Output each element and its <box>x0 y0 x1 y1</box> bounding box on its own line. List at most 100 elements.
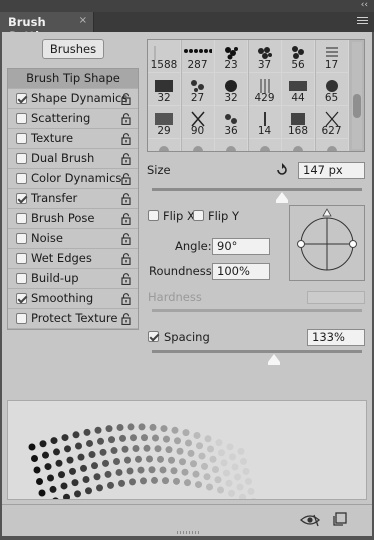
option-checkbox[interactable] <box>16 133 27 144</box>
angle-input[interactable]: 90° <box>212 238 270 255</box>
sidebar-item-transfer[interactable]: Transfer <box>8 189 138 209</box>
size-slider-thumb[interactable] <box>276 192 289 203</box>
option-checkbox[interactable] <box>16 253 27 264</box>
close-icon[interactable]: × <box>79 15 87 26</box>
option-checkbox[interactable] <box>16 93 27 104</box>
preview-dab <box>149 423 157 431</box>
option-checkbox[interactable] <box>16 173 27 184</box>
preview-dab <box>212 466 219 474</box>
brush-preset[interactable]: 27 <box>181 73 215 106</box>
brush-preset[interactable]: 65 <box>315 73 349 106</box>
tab-brush-settings[interactable]: Brush Settings × <box>0 12 94 43</box>
brush-preset[interactable]: 36 <box>215 106 248 139</box>
option-checkbox[interactable] <box>16 233 27 244</box>
eye-icon[interactable] <box>300 513 320 527</box>
lock-icon[interactable] <box>121 253 131 265</box>
sidebar-item-wet-edges[interactable]: Wet Edges <box>8 249 138 269</box>
brushes-button[interactable]: Brushes <box>42 39 104 59</box>
preview-dab <box>77 453 85 461</box>
angle-dial[interactable] <box>290 206 364 280</box>
option-checkbox[interactable] <box>16 213 27 224</box>
size-slider[interactable] <box>152 188 362 191</box>
brush-preset[interactable]: 29 <box>148 106 181 139</box>
brush-preset[interactable]: 168 <box>282 106 315 139</box>
lock-icon[interactable] <box>121 133 131 145</box>
sidebar-item-build-up[interactable]: Build-up <box>8 269 138 289</box>
spacing-slider[interactable] <box>152 350 362 353</box>
sidebar-item-smoothing[interactable]: Smoothing <box>8 289 138 309</box>
spacing-checkbox[interactable] <box>148 331 159 342</box>
scrollbar-thumb[interactable] <box>353 94 361 118</box>
brush-preset[interactable]: 23 <box>215 40 248 73</box>
resize-grip[interactable] <box>177 531 201 534</box>
brush-preset[interactable] <box>215 139 248 151</box>
preview-dab <box>69 467 76 475</box>
spacing-input[interactable]: 133% <box>307 329 365 346</box>
hardness-slider <box>152 309 362 312</box>
lock-icon[interactable] <box>121 313 131 325</box>
brush-preset[interactable]: 90 <box>181 106 215 139</box>
lock-icon[interactable] <box>121 193 131 205</box>
brush-preset[interactable]: 44 <box>282 73 315 106</box>
brush-preset[interactable] <box>315 139 349 151</box>
lock-icon[interactable] <box>121 173 131 185</box>
brush-presets-grid: 1588 287 23 37 56 17 32 27 32 429 44 65 29 90 36 14 168 6… <box>147 39 365 152</box>
sidebar-item-scattering[interactable]: Scattering <box>8 109 138 129</box>
brush-preset[interactable] <box>148 139 181 151</box>
preview-dab <box>209 455 217 463</box>
size-input[interactable]: 147 px <box>298 162 365 179</box>
option-checkbox[interactable] <box>16 193 27 204</box>
sidebar-item-brush-tip-shape[interactable]: Brush Tip Shape <box>8 69 138 89</box>
preview-dab <box>250 497 257 505</box>
spacing-slider-thumb[interactable] <box>267 354 280 365</box>
preview-dab <box>107 481 114 489</box>
brush-preset[interactable]: 429 <box>248 73 282 106</box>
option-checkbox[interactable] <box>16 113 27 124</box>
brush-preset[interactable]: 287 <box>181 40 215 73</box>
lock-icon[interactable] <box>121 293 131 305</box>
preview-dab <box>236 483 244 491</box>
brush-preset[interactable]: 627 <box>315 106 349 139</box>
flip-y-checkbox[interactable] <box>193 210 204 221</box>
lock-icon[interactable] <box>121 233 131 245</box>
brush-preset[interactable]: 14 <box>248 106 282 139</box>
brush-preset[interactable] <box>248 139 282 151</box>
brush-tip-preview <box>255 143 275 151</box>
sidebar-item-color-dynamics[interactable]: Color Dynamics <box>8 169 138 189</box>
option-checkbox[interactable] <box>16 293 27 304</box>
brush-preset[interactable]: 32 <box>148 73 181 106</box>
brush-preset[interactable]: 1588 <box>148 40 181 73</box>
angle-roundness-widget[interactable] <box>289 205 365 281</box>
brush-preset[interactable]: 17 <box>315 40 349 73</box>
brush-preset[interactable]: 32 <box>215 73 248 106</box>
roundness-input[interactable]: 100% <box>212 263 270 280</box>
sidebar-item-brush-pose[interactable]: Brush Pose <box>8 209 138 229</box>
preview-dab <box>176 447 184 455</box>
option-checkbox[interactable] <box>16 153 27 164</box>
brush-size-label: 29 <box>157 125 171 137</box>
lock-icon[interactable] <box>121 93 131 105</box>
preview-dab <box>86 439 93 447</box>
brush-preset[interactable]: 56 <box>282 40 315 73</box>
lock-icon[interactable] <box>121 273 131 285</box>
grid-scrollbar[interactable] <box>352 42 362 149</box>
lock-icon[interactable] <box>121 153 131 165</box>
option-checkbox[interactable] <box>16 273 27 284</box>
option-checkbox[interactable] <box>16 313 27 324</box>
new-brush-icon[interactable] <box>333 512 347 526</box>
sidebar-item-texture[interactable]: Texture <box>8 129 138 149</box>
sidebar-item-shape-dynamics[interactable]: Shape Dynamics <box>8 89 138 109</box>
lock-icon[interactable] <box>121 213 131 225</box>
reset-size-icon[interactable] <box>275 163 289 177</box>
brush-preset[interactable] <box>282 139 315 151</box>
flip-x-checkbox[interactable] <box>148 210 159 221</box>
panel-menu-icon[interactable] <box>357 17 368 26</box>
brush-preset[interactable]: 37 <box>248 40 282 73</box>
collapse-icon[interactable]: ‹‹ <box>361 0 368 11</box>
sidebar-item-label: Noise <box>31 231 63 245</box>
sidebar-item-protect-texture[interactable]: Protect Texture <box>8 309 138 329</box>
sidebar-item-dual-brush[interactable]: Dual Brush <box>8 149 138 169</box>
sidebar-item-noise[interactable]: Noise <box>8 229 138 249</box>
lock-icon[interactable] <box>121 113 131 125</box>
brush-preset[interactable] <box>181 139 215 151</box>
